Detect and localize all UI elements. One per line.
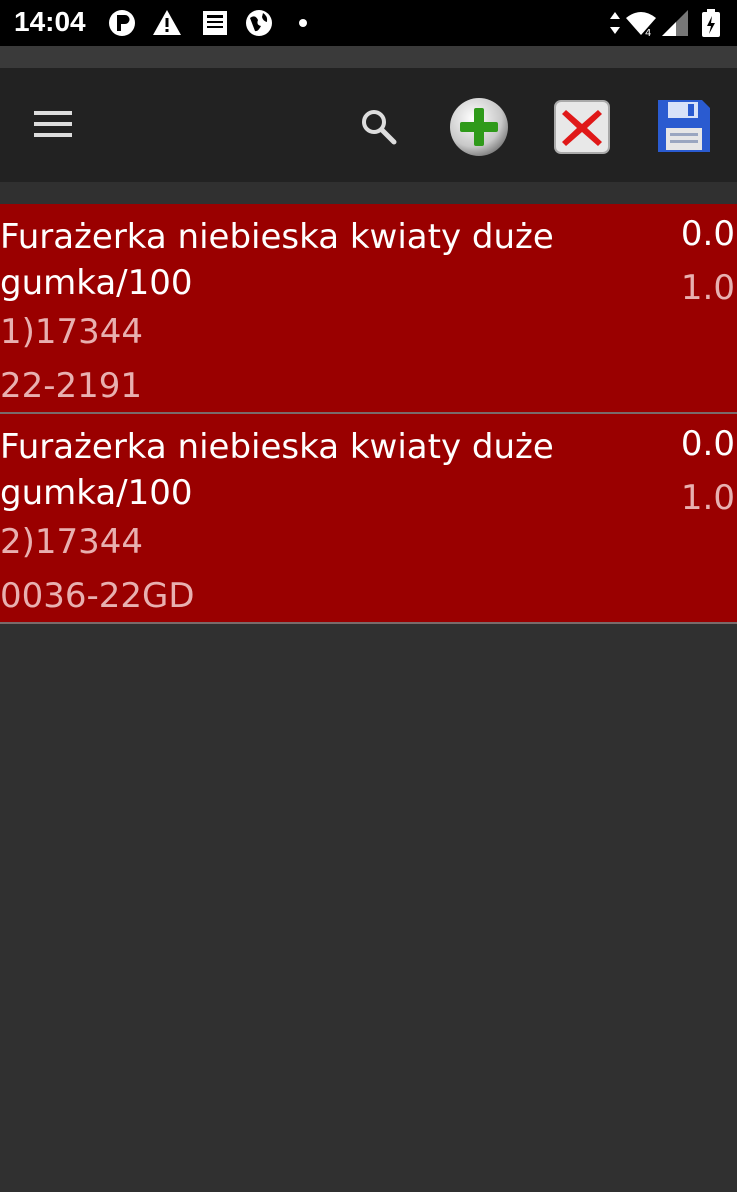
item-code: 1)17344 [0,312,144,352]
item-title: Furażerka niebieska kwiaty duże gumka/10… [0,427,554,513]
globe-icon [246,10,272,36]
battery-icon [702,9,720,37]
status-time: 14:04 [14,6,86,37]
item-value-secondary: 1.0 [680,268,735,308]
toolbar [0,68,737,182]
wifi-icon: 4 [626,12,656,38]
add-icon[interactable] [448,96,510,158]
item-title: Furażerka niebieska kwiaty duże gumka/10… [0,217,554,303]
list-item[interactable]: Furażerka niebieska kwiaty duże gumka/10… [0,414,737,624]
delete-icon[interactable] [554,100,610,154]
item-value-secondary: 1.0 [680,478,735,518]
app-bar-divider [0,46,737,68]
item-subcode: 0036-22GD [0,576,195,616]
dot-icon [299,19,307,27]
menu-icon[interactable] [32,108,74,140]
list-item[interactable]: Furażerka niebieska kwiaty duże gumka/10… [0,204,737,414]
warning-icon [153,10,181,35]
data-arrows-icon [610,12,620,34]
status-bar: 14:04 4 [0,0,737,46]
svg-text:4: 4 [645,28,651,38]
news-icon [203,11,227,35]
item-list: Furażerka niebieska kwiaty duże gumka/10… [0,204,737,624]
signal-icon [662,10,688,36]
search-icon[interactable] [358,106,398,146]
item-value-primary: 0.0 [680,424,735,464]
item-code: 2)17344 [0,522,144,562]
item-value-primary: 0.0 [680,214,735,254]
app-p-icon [109,10,135,36]
save-icon[interactable] [656,98,712,154]
item-subcode: 22-2191 [0,366,143,406]
